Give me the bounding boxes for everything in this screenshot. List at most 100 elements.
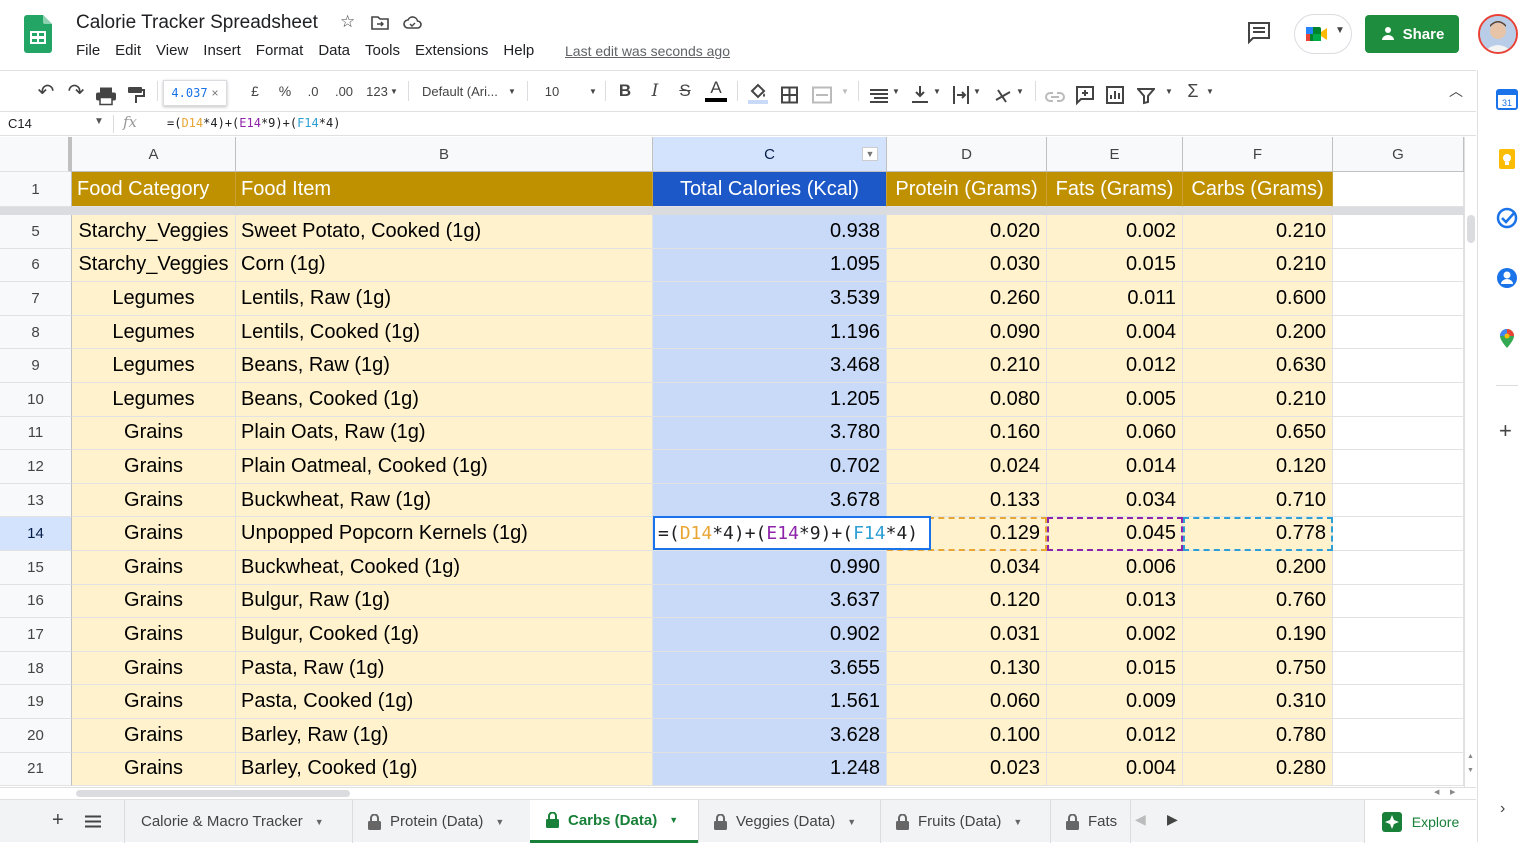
table-cell-kcal[interactable]: 1.196	[653, 315, 887, 350]
tasks-icon[interactable]	[1496, 207, 1518, 229]
show-side-panel-icon[interactable]: ›	[1500, 800, 1505, 818]
row-header[interactable]: 15	[0, 551, 72, 585]
sheets-logo-icon[interactable]	[24, 15, 52, 53]
table-cell-cat[interactable]: Starchy_Veggies	[72, 215, 236, 249]
column-header-a[interactable]: A	[72, 137, 236, 172]
star-icon[interactable]: ☆	[340, 12, 355, 32]
table-cell-carbs[interactable]: 0.750	[1183, 651, 1333, 686]
all-sheets-icon[interactable]	[85, 815, 101, 828]
vertical-align-icon[interactable]	[912, 82, 928, 108]
table-cell-kcal[interactable]: 1.095	[653, 248, 887, 283]
table-cell-carbs[interactable]: 0.780	[1183, 719, 1333, 753]
table-cell-carbs[interactable]: 0.630	[1183, 349, 1333, 383]
table-cell-cat[interactable]: Legumes	[72, 349, 236, 383]
table-cell-protein[interactable]: 0.020	[887, 215, 1047, 249]
table-cell-item[interactable]: Barley, Raw (1g)	[236, 719, 653, 753]
table-cell-kcal[interactable]: 1.248	[653, 752, 887, 787]
table-cell-kcal[interactable]: 3.655	[653, 651, 887, 686]
table-cell-protein[interactable]: 0.023	[887, 752, 1047, 787]
table-cell-protein[interactable]: 0.260	[887, 282, 1047, 316]
menu-view[interactable]: View	[156, 42, 188, 59]
table-cell-carbs[interactable]: 0.200	[1183, 315, 1333, 350]
scroll-down-icon[interactable]: ▼	[1467, 767, 1474, 774]
table-cell-kcal[interactable]: 3.539	[653, 282, 887, 316]
header-cell[interactable]: Fats (Grams)	[1047, 172, 1183, 207]
table-cell-fats[interactable]: 0.006	[1047, 551, 1183, 585]
table-cell-carbs[interactable]: 0.210	[1183, 248, 1333, 283]
empty-cell[interactable]	[1333, 651, 1464, 686]
menu-tools[interactable]: Tools	[365, 42, 400, 59]
column-header-f[interactable]: F	[1183, 137, 1333, 172]
sheet-tab[interactable]: Veggies (Data) ▼	[698, 800, 880, 843]
paint-format-icon[interactable]	[127, 82, 145, 108]
sheet-tab[interactable]: Calorie & Macro Tracker ▼	[124, 800, 352, 843]
table-cell-fats[interactable]: 0.013	[1047, 584, 1183, 619]
filter-icon[interactable]	[1137, 83, 1155, 109]
table-cell-cat[interactable]: Grains	[72, 517, 236, 551]
table-cell-fats[interactable]: 0.005	[1047, 383, 1183, 417]
tab-dropdown-icon[interactable]: ▼	[669, 815, 678, 825]
table-cell-fats[interactable]: 0.011	[1047, 282, 1183, 316]
table-cell-fats[interactable]: 0.012	[1047, 349, 1183, 383]
column-header-e[interactable]: E	[1047, 137, 1183, 172]
table-cell-kcal[interactable]: 0.990	[653, 551, 887, 585]
table-cell-item[interactable]: Lentils, Raw (1g)	[236, 282, 653, 316]
close-icon[interactable]: ×	[212, 86, 219, 100]
text-rotation-icon[interactable]	[994, 82, 1014, 108]
scroll-left-icon[interactable]: ◀	[1434, 788, 1439, 796]
empty-cell[interactable]	[1333, 315, 1464, 350]
vertical-scroll-thumb[interactable]	[1467, 215, 1475, 243]
currency-button[interactable]: £	[246, 78, 264, 104]
column-dropdown-icon[interactable]: ▼	[862, 147, 878, 161]
tab-dropdown-icon[interactable]: ▼	[847, 817, 856, 827]
row-header[interactable]: 9	[0, 349, 72, 383]
merge-cells-icon[interactable]	[812, 82, 832, 108]
table-cell-carbs[interactable]: 0.650	[1183, 416, 1333, 451]
frozen-row-divider[interactable]	[0, 207, 1464, 215]
menu-extensions[interactable]: Extensions	[415, 42, 488, 59]
table-cell-item[interactable]: Beans, Cooked (1g)	[236, 383, 653, 417]
table-cell-protein[interactable]: 0.031	[887, 618, 1047, 652]
empty-cell[interactable]	[1333, 416, 1464, 451]
spreadsheet-grid[interactable]: A B C ▼ D E F G 1 Food Category Food Item Total Cal…	[0, 137, 1464, 787]
number-format-button[interactable]: 123	[362, 78, 392, 104]
table-cell-item[interactable]: Buckwheat, Raw (1g)	[236, 483, 653, 518]
table-cell-protein[interactable]: 0.060	[887, 685, 1047, 719]
table-cell-kcal[interactable]: 3.780	[653, 416, 887, 451]
table-cell-fats[interactable]: 0.004	[1047, 752, 1183, 787]
row-header[interactable]: 17	[0, 618, 72, 652]
name-box[interactable]: C14	[8, 116, 32, 131]
header-cell[interactable]: Carbs (Grams)	[1183, 172, 1333, 207]
document-title[interactable]: Calorie Tracker Spreadsheet	[76, 12, 318, 34]
last-edit-link[interactable]: Last edit was seconds ago	[565, 43, 730, 59]
table-cell-protein[interactable]: 0.024	[887, 450, 1047, 484]
tab-dropdown-icon[interactable]: ▼	[1013, 817, 1022, 827]
table-cell-cat[interactable]: Starchy_Veggies	[72, 248, 236, 283]
table-cell-kcal[interactable]: 3.468	[653, 349, 887, 383]
menu-format[interactable]: Format	[256, 42, 304, 59]
add-sheet-icon[interactable]: +	[52, 809, 64, 832]
table-cell-fats[interactable]: 0.060	[1047, 416, 1183, 451]
table-cell-fats[interactable]: 0.002	[1047, 618, 1183, 652]
header-cell[interactable]: Food Item	[236, 172, 653, 207]
table-cell-cat[interactable]: Grains	[72, 618, 236, 652]
table-cell-kcal[interactable]: 0.938	[653, 215, 887, 249]
menu-help[interactable]: Help	[503, 42, 534, 59]
font-size-select[interactable]: 10	[542, 78, 562, 104]
empty-cell[interactable]	[1333, 383, 1464, 417]
redo-icon[interactable]: ↷	[64, 78, 88, 104]
table-cell-carbs[interactable]: 0.600	[1183, 282, 1333, 316]
table-cell-cat[interactable]: Grains	[72, 551, 236, 585]
percent-button[interactable]: %	[276, 78, 294, 104]
table-cell-cat[interactable]: Grains	[72, 450, 236, 484]
empty-cell[interactable]	[1333, 719, 1464, 753]
table-cell-item[interactable]: Beans, Raw (1g)	[236, 349, 653, 383]
row-header[interactable]: 21	[0, 752, 72, 787]
table-cell-carbs[interactable]: 0.190	[1183, 618, 1333, 652]
table-cell-fats[interactable]: 0.034	[1047, 483, 1183, 518]
row-header[interactable]: 12	[0, 450, 72, 484]
table-cell-protein[interactable]: 0.030	[887, 248, 1047, 283]
scroll-up-icon[interactable]: ▲	[1467, 753, 1474, 760]
insert-chart-icon[interactable]	[1106, 82, 1124, 108]
row-header[interactable]: 16	[0, 584, 72, 619]
